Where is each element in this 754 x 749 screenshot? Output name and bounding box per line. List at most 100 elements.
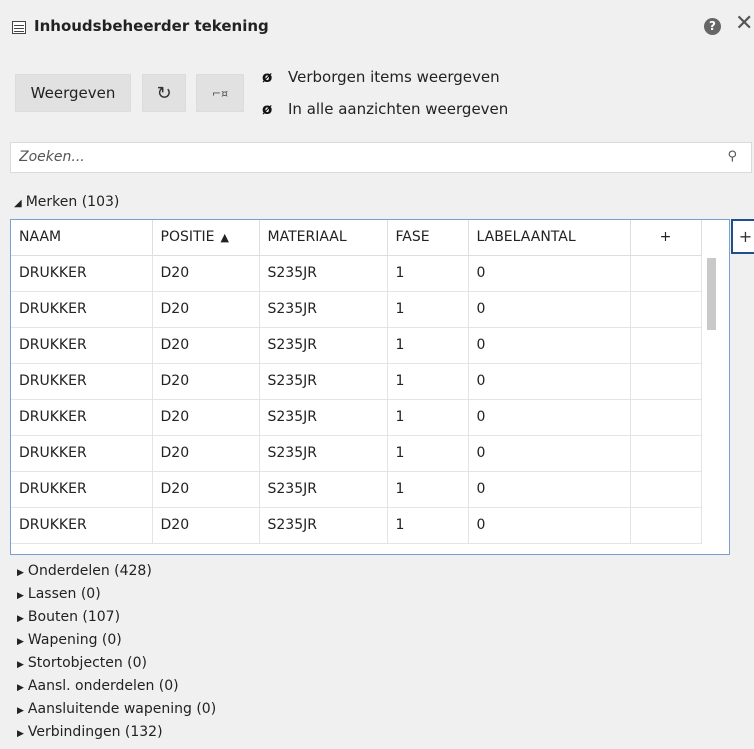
column-header-fase[interactable]: FASE xyxy=(387,220,469,256)
group-label: Aansl. onderdelen (0) xyxy=(27,678,179,694)
group-merken-label: Merken (103) xyxy=(25,194,120,210)
group-label: Bouten (107) xyxy=(27,609,121,625)
cell-naam: DRUKKER xyxy=(11,291,153,328)
cell-empty xyxy=(630,471,702,508)
cell-fase: 1 xyxy=(387,507,469,544)
group-label: Stortobjecten (0) xyxy=(27,655,148,671)
cell-empty xyxy=(630,435,702,472)
option-all-views[interactable]: ø In alle aanzichten weergeven xyxy=(262,100,508,118)
option-show-hidden[interactable]: ø Verborgen items weergeven xyxy=(262,68,500,86)
group-label: Onderdelen (428) xyxy=(27,563,152,579)
list-settings-icon: ⌐¤ xyxy=(211,86,229,100)
cell-fase: 1 xyxy=(387,471,469,508)
cell-naam: DRUKKER xyxy=(11,435,153,472)
group-aansluitende-wapening[interactable]: ▶ Aansluitende wapening (0) xyxy=(17,699,216,722)
option-show-hidden-label: Verborgen items weergeven xyxy=(288,68,500,86)
cell-materiaal: S235JR xyxy=(259,291,388,328)
cell-labelaantal: 0 xyxy=(468,363,631,400)
group-bouten[interactable]: ▶ Bouten (107) xyxy=(17,607,216,630)
group-aansl-onderdelen[interactable]: ▶ Aansl. onderdelen (0) xyxy=(17,676,216,699)
cell-empty xyxy=(630,255,702,292)
group-label: Verbindingen (132) xyxy=(27,724,163,740)
collapsed-arrow-icon: ▶ xyxy=(17,637,24,647)
cell-positie: D20 xyxy=(152,471,260,508)
cell-materiaal: S235JR xyxy=(259,327,388,364)
cell-empty xyxy=(630,327,702,364)
table-header-row: NAAM POSITIE ▲ MATERIAAL FASE LABELAANTAL… xyxy=(11,220,702,256)
group-label: Wapening (0) xyxy=(27,632,122,648)
cell-fase: 1 xyxy=(387,399,469,436)
group-list: ▶ Onderdelen (428) ▶ Lassen (0) ▶ Bouten (1… xyxy=(17,561,216,745)
column-header-materiaal[interactable]: MATERIAAL xyxy=(259,220,388,256)
cell-labelaantal: 0 xyxy=(468,507,631,544)
collapsed-arrow-icon: ▶ xyxy=(17,591,24,601)
cell-naam: DRUKKER xyxy=(11,363,153,400)
cell-labelaantal: 0 xyxy=(468,255,631,292)
cell-empty xyxy=(630,363,702,400)
table-row[interactable]: DRUKKER D20 S235JR 1 0 xyxy=(11,507,702,544)
help-icon[interactable]: ? xyxy=(704,18,721,35)
cell-empty xyxy=(630,507,702,544)
cell-fase: 1 xyxy=(387,255,469,292)
cell-naam: DRUKKER xyxy=(11,399,153,436)
cell-fase: 1 xyxy=(387,291,469,328)
settings-button[interactable]: ⌐¤ xyxy=(196,74,244,112)
close-icon[interactable]: ✕ xyxy=(735,13,753,35)
table-row[interactable]: DRUKKER D20 S235JR 1 0 xyxy=(11,435,702,472)
eye-hidden-icon: ø xyxy=(262,100,273,118)
cell-naam: DRUKKER xyxy=(11,507,153,544)
panel-icon xyxy=(12,21,26,34)
group-merken[interactable]: ◢ Merken (103) xyxy=(14,194,119,210)
cell-positie: D20 xyxy=(152,363,260,400)
column-header-labelaantal[interactable]: LABELAANTAL xyxy=(468,220,631,256)
cell-naam: DRUKKER xyxy=(11,471,153,508)
collapsed-arrow-icon: ▶ xyxy=(17,614,24,624)
cell-empty xyxy=(630,291,702,328)
cell-materiaal: S235JR xyxy=(259,255,388,292)
table-row[interactable]: DRUKKER D20 S235JR 1 0 xyxy=(11,363,702,400)
title-bar: Inhoudsbeheerder tekening ? ✕ xyxy=(0,0,754,58)
cell-labelaantal: 0 xyxy=(468,471,631,508)
cell-labelaantal: 0 xyxy=(468,291,631,328)
group-lassen[interactable]: ▶ Lassen (0) xyxy=(17,584,216,607)
add-column-button[interactable]: + xyxy=(731,219,754,254)
refresh-button[interactable]: ↻ xyxy=(142,74,186,112)
option-all-views-label: In alle aanzichten weergeven xyxy=(288,100,509,118)
search-icon[interactable]: ⚲ xyxy=(727,149,737,164)
column-header-positie[interactable]: POSITIE ▲ xyxy=(152,220,260,256)
column-header-positie-label: POSITIE xyxy=(160,229,215,246)
table-row[interactable]: DRUKKER D20 S235JR 1 0 xyxy=(11,471,702,508)
cell-positie: D20 xyxy=(152,327,260,364)
show-button[interactable]: Weergeven xyxy=(15,74,131,112)
cell-naam: DRUKKER xyxy=(11,327,153,364)
table-row[interactable]: DRUKKER D20 S235JR 1 0 xyxy=(11,399,702,436)
marks-table: NAAM POSITIE ▲ MATERIAAL FASE LABELAANTAL… xyxy=(10,219,730,555)
collapsed-arrow-icon: ▶ xyxy=(17,568,24,578)
group-verbindingen[interactable]: ▶ Verbindingen (132) xyxy=(17,722,216,745)
group-wapening[interactable]: ▶ Wapening (0) xyxy=(17,630,216,653)
panel-title: Inhoudsbeheerder tekening xyxy=(34,17,269,35)
cell-labelaantal: 0 xyxy=(468,327,631,364)
cell-materiaal: S235JR xyxy=(259,471,388,508)
column-header-naam[interactable]: NAAM xyxy=(11,220,153,256)
expanded-arrow-icon: ◢ xyxy=(14,198,22,209)
cell-labelaantal: 0 xyxy=(468,435,631,472)
table-row[interactable]: DRUKKER D20 S235JR 1 0 xyxy=(11,291,702,328)
collapsed-arrow-icon: ▶ xyxy=(17,660,24,670)
cell-positie: D20 xyxy=(152,435,260,472)
refresh-icon: ↻ xyxy=(156,82,172,104)
cell-positie: D20 xyxy=(152,399,260,436)
group-stortobjecten[interactable]: ▶ Stortobjecten (0) xyxy=(17,653,216,676)
search-input[interactable] xyxy=(17,148,701,166)
table-row[interactable]: DRUKKER D20 S235JR 1 0 xyxy=(11,327,702,364)
table-row[interactable]: DRUKKER D20 S235JR 1 0 xyxy=(11,255,702,292)
cell-materiaal: S235JR xyxy=(259,435,388,472)
cell-fase: 1 xyxy=(387,435,469,472)
cell-materiaal: S235JR xyxy=(259,363,388,400)
cell-empty xyxy=(630,399,702,436)
add-column-header[interactable]: + xyxy=(630,220,702,256)
group-onderdelen[interactable]: ▶ Onderdelen (428) xyxy=(17,561,216,584)
group-label: Lassen (0) xyxy=(27,586,101,602)
search-box: ⚲ xyxy=(10,142,752,173)
table-scrollbar[interactable] xyxy=(707,258,716,330)
